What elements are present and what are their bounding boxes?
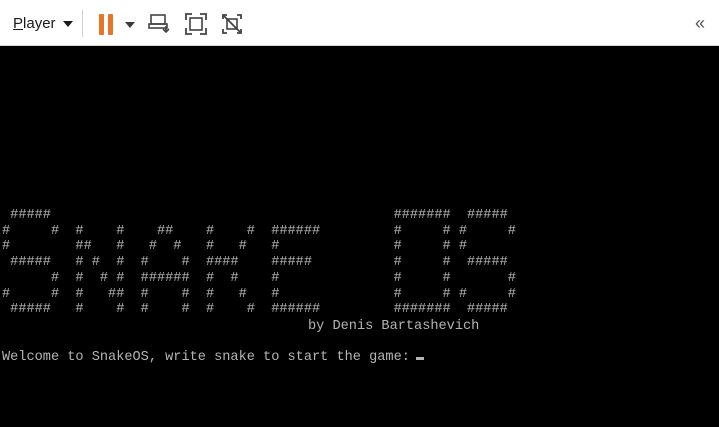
pause-button[interactable]	[95, 12, 117, 36]
collapse-toolbar-button[interactable]: «	[690, 13, 710, 33]
pause-icon	[97, 13, 115, 35]
banner-line: # ## # # # # # # # # #	[2, 239, 467, 255]
banner-line: ##### # # # # # #### ##### # # #####	[2, 255, 508, 271]
snakeos-banner: ##### ####### ##### # # # # ## # # #####…	[2, 208, 516, 318]
chevron-down-icon	[62, 21, 73, 27]
author-credit: by Denis Bartashevich	[308, 319, 480, 334]
send-ctrl-alt-del-button[interactable]	[147, 12, 173, 36]
player-menu-button[interactable]: Player	[13, 13, 73, 33]
banner-line: # # # # ###### # # # # # #	[2, 270, 516, 286]
banner-line: ##### # # # # # # ###### ####### #####	[2, 302, 508, 318]
banner-line: # # # # ## # # ###### # # # #	[2, 223, 516, 239]
banner-line: # # # ## # # # # # # # # #	[2, 286, 516, 302]
vm-toolbar: Player «	[0, 0, 719, 46]
console-prompt-line[interactable]: Welcome to SnakeOS, write snake to start…	[2, 350, 424, 366]
vm-console-screen[interactable]: ##### ####### ##### # # # # ## # # #####…	[0, 47, 719, 427]
unity-mode-off-icon	[222, 14, 242, 34]
power-options-dropdown[interactable]	[124, 12, 136, 36]
console-prompt-text: Welcome to SnakeOS, write snake to start…	[2, 350, 410, 365]
send-ctrl-alt-del-icon	[148, 14, 170, 34]
text-cursor	[415, 357, 424, 360]
unity-mode-button[interactable]	[219, 12, 245, 36]
banner-line: ##### ####### #####	[2, 208, 508, 223]
player-menu-label: Player	[13, 14, 56, 32]
chevron-down-icon	[125, 22, 135, 28]
fullscreen-button[interactable]	[183, 12, 209, 36]
double-chevron-left-icon: «	[694, 13, 705, 33]
fullscreen-icon	[185, 13, 207, 35]
toolbar-separator	[82, 10, 83, 37]
